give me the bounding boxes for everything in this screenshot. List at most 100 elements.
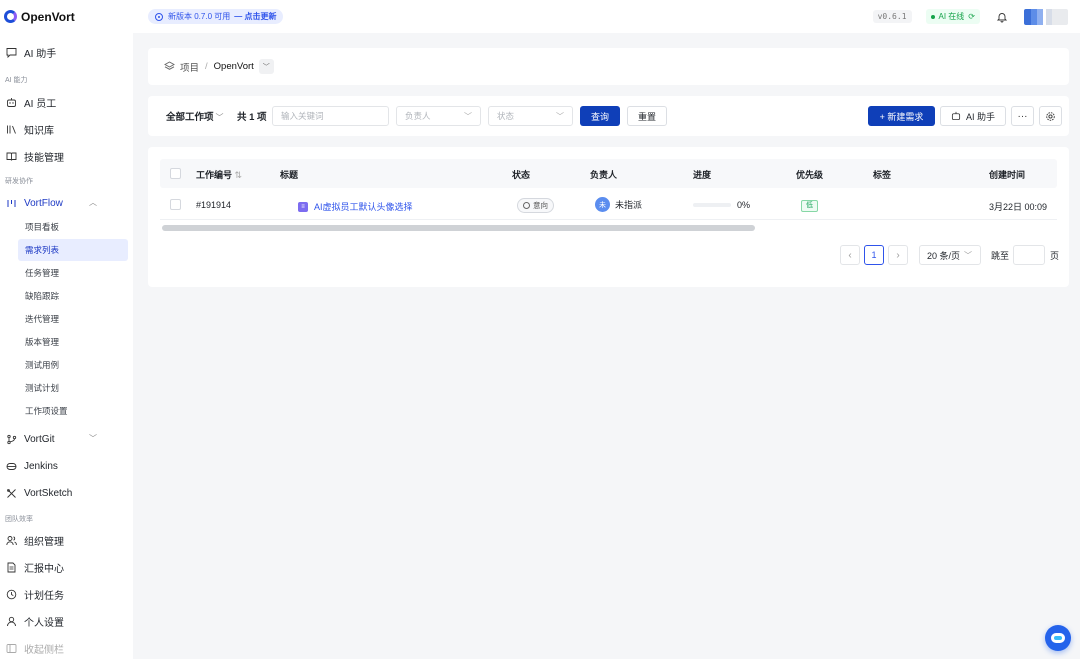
sidebar-item-org[interactable]: 组织管理 [0, 529, 133, 551]
column-header-status: 状态 [512, 170, 531, 180]
sidebar-item-ai-assistant[interactable]: AI 助手 [0, 41, 133, 63]
new-requirement-button[interactable]: + 新建需求 [868, 106, 935, 126]
status-circle-icon [523, 202, 530, 209]
ai-assistant-button[interactable]: AI 助手 [940, 106, 1006, 126]
sidebar-subitem-requirements[interactable]: 需求列表 [18, 239, 128, 261]
robot-icon [951, 111, 961, 121]
breadcrumb-project[interactable]: OpenVort [214, 61, 254, 72]
row-title-link[interactable]: ≡ AI虚拟员工默认头像选择 [298, 200, 413, 213]
sidebar-subitem-versions[interactable]: 版本管理 [18, 331, 128, 353]
collapse-sidebar-icon [6, 643, 17, 653]
assignee-cell[interactable]: 未 未指派 [595, 197, 642, 212]
settings-button[interactable] [1039, 106, 1062, 126]
more-button[interactable]: ··· [1011, 106, 1034, 126]
sidebar-subitem-test-plans[interactable]: 测试计划 [18, 377, 128, 399]
update-link[interactable]: — 点击更新 [234, 11, 276, 22]
sidebar-item-label: VortGit [24, 433, 55, 445]
section-label-team: 团队效率 [5, 516, 33, 523]
status-text: 意向 [533, 201, 548, 210]
workitem-scope-select[interactable]: 全部工作项 ﹀ [166, 109, 224, 123]
clock-icon [6, 589, 17, 599]
page-size-select[interactable]: 20 条/页 ﹀ [919, 245, 981, 265]
sidebar-item-schedule[interactable]: 计划任务 [0, 583, 133, 605]
row-created-time: 3月22日 00:09 [989, 202, 1048, 212]
update-banner[interactable]: 新版本 0.7.0 可用 — 点击更新 [148, 9, 284, 24]
online-dot-icon [930, 14, 935, 19]
row-checkbox[interactable] [170, 199, 181, 210]
progress-text: 0% [737, 200, 751, 210]
sidebar-item-vortflow[interactable]: VortFlow ︿ [0, 192, 133, 214]
assignee-name: 未指派 [615, 200, 643, 210]
sidebar-subitem-workitem-settings[interactable]: 工作项设置 [18, 400, 128, 422]
top-bar: OpenVort 新版本 0.7.0 可用 — 点击更新 v0.6.1 AI 在… [0, 0, 1080, 33]
sidebar-item-label: 技能管理 [24, 152, 64, 164]
project-switch-chevron-icon[interactable]: ﹀ [258, 59, 274, 74]
user-avatar[interactable] [1024, 8, 1068, 25]
chevron-down-icon: ﹀ [556, 112, 564, 121]
select-all-checkbox[interactable] [170, 168, 181, 179]
reset-button[interactable]: 重置 [627, 106, 667, 126]
row-id: #191914 [196, 200, 232, 210]
layers-icon [164, 61, 175, 70]
floating-assistant-button[interactable] [1045, 625, 1071, 651]
sidebar-subitem-project-board[interactable]: 项目看板 [18, 216, 128, 238]
status-badge[interactable]: 意向 [517, 198, 554, 213]
assistant-chat-icon [1051, 633, 1065, 643]
sidebar-item-label: 收起侧栏 [24, 644, 64, 656]
jump-page-input[interactable] [1013, 245, 1046, 265]
sidebar-item-personal[interactable]: 个人设置 [0, 610, 133, 632]
library-icon [7, 125, 16, 134]
sidebar-item-vortsketch[interactable]: VortSketch [0, 482, 133, 504]
filter-bar: 全部工作项 ﹀ 共 1 项 输入关键词 负责人 ﹀ 状态 ﹀ 查询 重置 + 新建… [148, 96, 1069, 136]
sidebar-item-ai-employee[interactable]: AI 员工 [0, 91, 133, 113]
sidebar-collapse[interactable]: 收起侧栏 [0, 637, 133, 659]
jump-suffix: 页 [1050, 250, 1060, 261]
sidebar-item-label: Jenkins [24, 460, 58, 472]
book-icon [6, 152, 17, 161]
sidebar-item-label: 知识库 [24, 125, 54, 137]
sidebar-item-knowledge[interactable]: 知识库 [0, 118, 133, 140]
user-icon [7, 616, 16, 626]
chevron-down-icon: ﹀ [215, 113, 224, 122]
chevron-up-icon[interactable]: ︿ [89, 197, 97, 208]
sidebar-item-report[interactable]: 汇报中心 [0, 556, 133, 578]
priority-badge[interactable]: 低 [801, 200, 818, 212]
chevron-down-icon: ﹀ [964, 250, 973, 260]
update-text: 新版本 0.7.0 可用 [168, 12, 231, 21]
sidebar-subitem-bugs[interactable]: 缺陷跟踪 [18, 285, 128, 307]
table-row[interactable]: #191914 ≡ AI虚拟员工默认头像选择 意向 未 未指派 0% 低 3月2… [160, 190, 1057, 220]
sidebar-item-label: AI 助手 [24, 48, 57, 60]
prev-page-button[interactable]: ‹ [840, 245, 860, 265]
sidebar-item-label: VortSketch [24, 487, 73, 499]
query-button[interactable]: 查询 [580, 106, 620, 126]
robot-icon [7, 97, 16, 107]
app-logo[interactable]: OpenVort [0, 10, 140, 24]
breadcrumb-separator: / [205, 61, 208, 72]
sidebar-item-jenkins[interactable]: Jenkins [0, 455, 133, 477]
bell-icon[interactable] [996, 11, 1008, 23]
requirement-type-icon: ≡ [298, 201, 308, 212]
sidebar-item-vortgit[interactable]: VortGit ﹀ [0, 428, 133, 450]
page-button-current[interactable]: 1 [864, 245, 884, 265]
horizontal-scrollbar[interactable] [162, 225, 755, 231]
column-header-id[interactable]: 工作编号 ⇅ [196, 168, 242, 181]
column-header-progress: 进度 [693, 170, 712, 180]
sidebar-item-skills[interactable]: 技能管理 [0, 145, 133, 167]
keyword-search-input[interactable]: 输入关键词 [272, 106, 389, 126]
sidebar-subitem-iterations[interactable]: 迭代管理 [18, 308, 128, 330]
document-icon [7, 562, 16, 572]
column-header-created: 创建时间 [989, 170, 1026, 180]
sidebar-subitem-test-cases[interactable]: 测试用例 [18, 354, 128, 376]
next-page-button[interactable]: › [888, 245, 908, 265]
column-header-tags: 标签 [873, 170, 892, 180]
chat-icon [6, 47, 17, 58]
refresh-icon[interactable]: ⟳ [968, 12, 975, 21]
avatar: 未 [595, 197, 610, 212]
status-select[interactable]: 状态 ﹀ [488, 106, 573, 126]
chevron-down-icon[interactable]: ﹀ [89, 433, 97, 444]
assignee-select[interactable]: 负责人 ﹀ [396, 106, 481, 126]
sidebar-subitem-tasks[interactable]: 任务管理 [18, 262, 128, 284]
breadcrumb-root[interactable]: 项目 [180, 60, 199, 74]
section-label-ai: AI 能力 [5, 77, 28, 84]
ai-status-badge[interactable]: AI 在线 ⟳ [925, 9, 980, 24]
